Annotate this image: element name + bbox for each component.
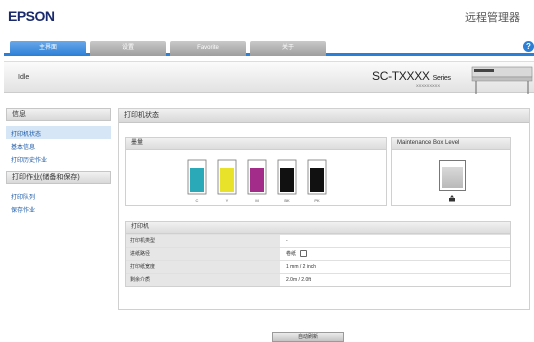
row-value: 卷纸 [286, 251, 297, 257]
tab-about[interactable]: 关于 [250, 41, 326, 56]
row-value-wrap: 卷纸 [280, 248, 510, 260]
tab-favorite[interactable]: Favorite [170, 41, 246, 56]
paper-source-icon [300, 250, 308, 258]
row-key: 打印纸宽度 [126, 261, 280, 273]
printer-info-table: 打印机 打印机类型 - 进纸路径 卷纸 打印纸宽度 1 mm / 2 inch … [125, 221, 511, 287]
ink-level-fill-pk [310, 168, 324, 192]
ink-label-m: M [255, 198, 258, 203]
table-row: 打印纸宽度 1 mm / 2 inch [126, 260, 510, 273]
ink-label-c: C [196, 198, 199, 203]
sidebar-item-job-history[interactable]: 打印历史作业 [6, 152, 111, 165]
serial-number: XXXXXXXXX [416, 83, 441, 88]
page-title: 远程管理器 [465, 12, 520, 24]
row-value: 2.0m / 2.0ft [286, 277, 312, 283]
printer-image [471, 66, 533, 94]
sidebar: 信息 打印机状态 基本信息 打印历史作业 打印作业(储备和保存) 打印队列 保存… [6, 108, 111, 215]
printer-info-title: 打印机 [126, 222, 510, 234]
ink-level-title: 墨量 [126, 138, 386, 150]
row-key: 剩余介质 [126, 274, 280, 286]
ink-level-panel: 墨量 C Y M BK PK [125, 137, 387, 206]
model-name: SC-TXXXX Series [372, 69, 451, 83]
row-value: - [286, 238, 288, 244]
ink-label-y: Y [226, 198, 229, 203]
refresh-button[interactable]: 自动刷新 [272, 332, 344, 342]
printer-status-text: Idle [18, 74, 30, 81]
maintenance-box-icon [449, 195, 455, 202]
table-row: 剩余介质 2.0m / 2.0ft [126, 273, 510, 286]
model-suffix: Series [432, 75, 451, 82]
maintenance-box-gauge [439, 160, 466, 191]
sidebar-item-saved-jobs[interactable]: 保存作业 [6, 202, 111, 215]
ink-level-fill-y [220, 168, 234, 192]
tab-bar: 主界面 设置 Favorite 关于 ? [4, 40, 534, 56]
ink-label-pk: PK [314, 198, 320, 203]
sidebar-section-jobs: 打印作业(储备和保存) [6, 171, 111, 184]
maintenance-box-panel: Maintenance Box Level [391, 137, 511, 206]
row-value: 1 mm / 2 inch [286, 264, 317, 270]
tab-home[interactable]: 主界面 [10, 41, 86, 56]
ink-level-chart: C Y M BK PK [187, 159, 327, 203]
ink-level-fill-c [190, 168, 204, 192]
ink-level-fill-bk [280, 168, 294, 192]
tab-settings[interactable]: 设置 [90, 41, 166, 56]
brand-logo: EPSON [8, 8, 55, 24]
model-label: SC-TXXXX [372, 69, 430, 83]
table-row: 进纸路径 卷纸 [126, 247, 510, 260]
maintenance-box-title: Maintenance Box Level [392, 138, 510, 150]
row-key: 打印机类型 [126, 235, 280, 247]
sidebar-section-info: 信息 [6, 108, 111, 121]
sidebar-item-printer-status[interactable]: 打印机状态 [6, 126, 111, 139]
status-banner: Idle SC-TXXXX Series XXXXXXXXX [4, 61, 534, 94]
help-icon[interactable]: ? [523, 41, 534, 52]
maintenance-box-fill [442, 166, 463, 188]
ink-level-fill-m [250, 168, 264, 192]
table-row: 打印机类型 - [126, 234, 510, 247]
ink-label-bk: BK [284, 198, 290, 203]
sidebar-item-basic-info[interactable]: 基本信息 [6, 139, 111, 152]
row-key: 进纸路径 [126, 248, 280, 260]
main-panel-title: 打印机状态 [119, 109, 529, 123]
main-panel: 打印机状态 墨量 C Y M BK PK Maintenance Box Level 打… [118, 108, 530, 310]
sidebar-item-print-queue[interactable]: 打印队列 [6, 189, 111, 202]
